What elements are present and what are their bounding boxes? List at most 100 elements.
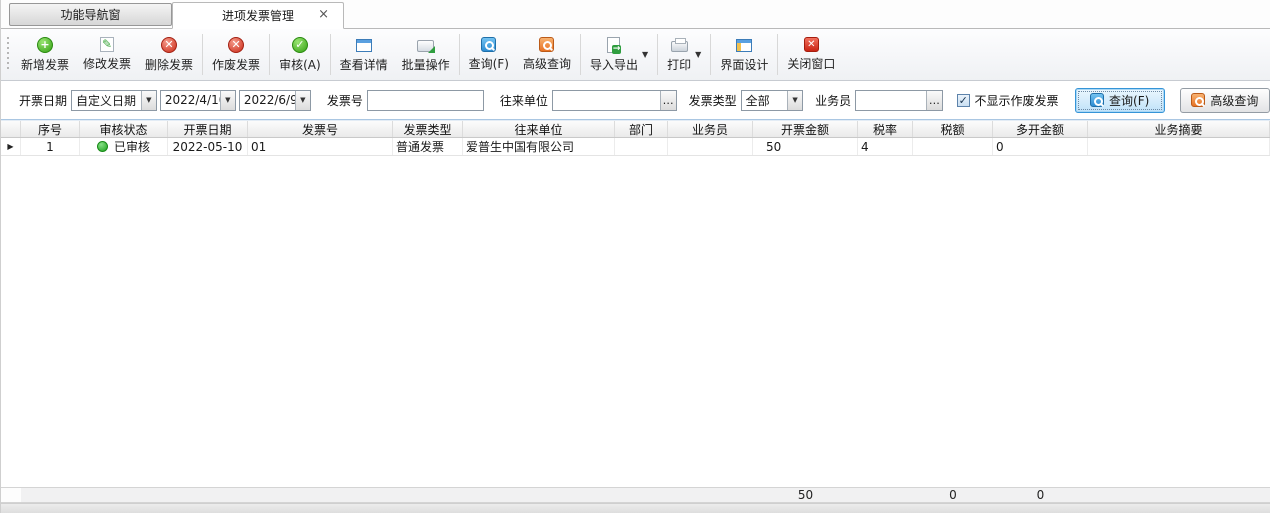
row-selector-cell[interactable]: ▶ <box>1 138 21 155</box>
cell-date[interactable]: 2022-05-10 <box>168 138 248 155</box>
toolbar-separator <box>777 34 778 75</box>
tab-input-invoice-management[interactable]: 进项发票管理 × <box>172 2 344 29</box>
toolbar-separator <box>710 34 711 75</box>
button-label: 作废发票 <box>212 56 260 73</box>
cell-dept[interactable] <box>615 138 668 155</box>
header-tax[interactable]: 税额 <box>913 121 993 137</box>
add-icon: + <box>37 37 53 53</box>
header-amount[interactable]: 开票金额 <box>753 121 858 137</box>
header-summary[interactable]: 业务摘要 <box>1088 121 1270 137</box>
cell-invoice-no[interactable]: 01 <box>248 138 393 155</box>
cell-tax[interactable] <box>913 138 993 155</box>
chevron-down-icon[interactable]: ▼ <box>141 91 156 110</box>
status-text: 已审核 <box>114 138 150 155</box>
import-export-icon: → <box>607 37 620 53</box>
cell-status[interactable]: 已审核 <box>80 138 168 155</box>
header-invoice-no[interactable]: 发票号 <box>248 121 393 137</box>
button-label: 界面设计 <box>720 56 768 73</box>
invoice-grid: 序号 审核状态 开票日期 发票号 发票类型 往来单位 部门 业务员 开票金额 税… <box>1 120 1270 513</box>
advanced-query-button[interactable]: 高级查询 <box>1180 88 1270 113</box>
table-row[interactable]: ▶ 1 已审核 2022-05-10 01 普通发票 爱普生中国有限公司 50 … <box>1 138 1270 156</box>
cell-tax-rate[interactable]: 4 <box>858 138 913 155</box>
cell-type[interactable]: 普通发票 <box>393 138 463 155</box>
salesman-input[interactable]: … <box>855 90 943 111</box>
invoice-no-input[interactable] <box>367 90 484 111</box>
chevron-down-icon[interactable]: ▼ <box>220 91 235 110</box>
partner-label: 往来单位 <box>500 92 548 109</box>
hide-void-checkbox[interactable]: ✓ <box>957 94 970 107</box>
void-invoice-button[interactable]: ✕ 作废发票 <box>205 29 267 80</box>
batch-operations-button[interactable]: 批量操作 <box>395 29 457 80</box>
button-label: 查询(F) <box>469 55 509 72</box>
chevron-down-icon[interactable]: ▼ <box>295 91 310 110</box>
button-label: 审核(A) <box>279 56 321 73</box>
filter-bar: 开票日期 自定义日期 ▼ 2022/4/10 ▼ 2022/6/9 ▼ 发票号 … <box>1 81 1270 120</box>
tab-strip: 功能导航窗 进项发票管理 × <box>1 0 1270 29</box>
button-label: 修改发票 <box>83 55 131 72</box>
invoice-type-select[interactable]: 全部 ▼ <box>741 90 803 111</box>
cell-seq[interactable]: 1 <box>21 138 80 155</box>
toolbar-grip[interactable] <box>5 37 10 72</box>
toolbar-separator <box>330 34 331 75</box>
dropdown-caret-icon[interactable]: ▼ <box>642 50 648 59</box>
ui-design-button[interactable]: 界面设计 <box>713 29 775 80</box>
chevron-down-icon[interactable]: ▼ <box>787 91 802 110</box>
advanced-query-button-toolbar[interactable]: 高级查询 <box>516 29 578 80</box>
toolbar-separator <box>269 34 270 75</box>
header-date[interactable]: 开票日期 <box>168 121 248 137</box>
batch-icon <box>417 40 434 52</box>
view-details-button[interactable]: 查看详情 <box>333 29 395 80</box>
tab-close-icon[interactable]: × <box>318 8 329 21</box>
edit-invoice-button[interactable]: ✎ 修改发票 <box>76 29 138 80</box>
header-dept[interactable]: 部门 <box>615 121 668 137</box>
search-icon <box>1090 93 1104 107</box>
header-tax-rate[interactable]: 税率 <box>858 121 913 137</box>
toolbar-separator <box>202 34 203 75</box>
tab-label: 进项发票管理 <box>222 7 294 24</box>
void-icon: ✕ <box>228 37 244 53</box>
summary-extra-total: 0 <box>993 488 1088 502</box>
date-mode-select[interactable]: 自定义日期 ▼ <box>71 90 157 111</box>
cell-partner[interactable]: 爱普生中国有限公司 <box>463 138 615 155</box>
query-button-toolbar[interactable]: 查询(F) <box>462 29 516 80</box>
ellipsis-lookup-icon[interactable]: … <box>926 91 942 110</box>
summary-tax-total: 0 <box>913 488 993 502</box>
date-to-picker[interactable]: 2022/6/9 ▼ <box>239 90 311 111</box>
invoice-type-label: 发票类型 <box>689 92 737 109</box>
summary-row: 50 0 0 <box>1 487 1270 503</box>
tab-function-navigation[interactable]: 功能导航窗 <box>9 3 172 26</box>
print-button[interactable]: 打印 ▼ <box>660 29 708 80</box>
design-window-icon <box>736 39 752 52</box>
checkmark-icon: ✓ <box>959 94 968 107</box>
import-export-button[interactable]: → 导入导出 ▼ <box>583 29 655 80</box>
app-window: 功能导航窗 进项发票管理 × + 新增发票 ✎ 修改发票 ✕ 删除发票 <box>0 0 1270 513</box>
dropdown-caret-icon[interactable]: ▼ <box>695 50 701 59</box>
invoice-no-label: 发票号 <box>327 92 363 109</box>
date-from-picker[interactable]: 2022/4/10 ▼ <box>160 90 236 111</box>
toolbar-separator <box>657 34 658 75</box>
cell-summary[interactable] <box>1088 138 1270 155</box>
header-type[interactable]: 发票类型 <box>393 121 463 137</box>
horizontal-scrollbar[interactable] <box>1 503 1270 513</box>
header-extra-amount[interactable]: 多开金额 <box>993 121 1088 137</box>
audit-button[interactable]: ✓ 审核(A) <box>272 29 328 80</box>
button-label: 查看详情 <box>340 56 388 73</box>
header-partner[interactable]: 往来单位 <box>463 121 615 137</box>
delete-icon: ✕ <box>161 37 177 53</box>
header-seq[interactable]: 序号 <box>21 121 80 137</box>
cell-amount[interactable]: 50 <box>753 138 858 155</box>
cell-extra-amount[interactable]: 0 <box>993 138 1088 155</box>
close-window-button[interactable]: ✕ 关闭窗口 <box>780 29 842 80</box>
new-invoice-button[interactable]: + 新增发票 <box>14 29 76 80</box>
edit-icon: ✎ <box>100 37 114 52</box>
cell-salesman[interactable] <box>668 138 753 155</box>
query-button[interactable]: 查询(F) <box>1075 88 1165 113</box>
ellipsis-lookup-icon[interactable]: … <box>660 91 676 110</box>
header-salesman[interactable]: 业务员 <box>668 121 753 137</box>
header-selector <box>1 121 21 137</box>
header-status[interactable]: 审核状态 <box>80 121 168 137</box>
printer-icon <box>671 41 688 52</box>
delete-invoice-button[interactable]: ✕ 删除发票 <box>138 29 200 80</box>
partner-input[interactable]: … <box>552 90 677 111</box>
audit-check-icon: ✓ <box>292 37 308 53</box>
